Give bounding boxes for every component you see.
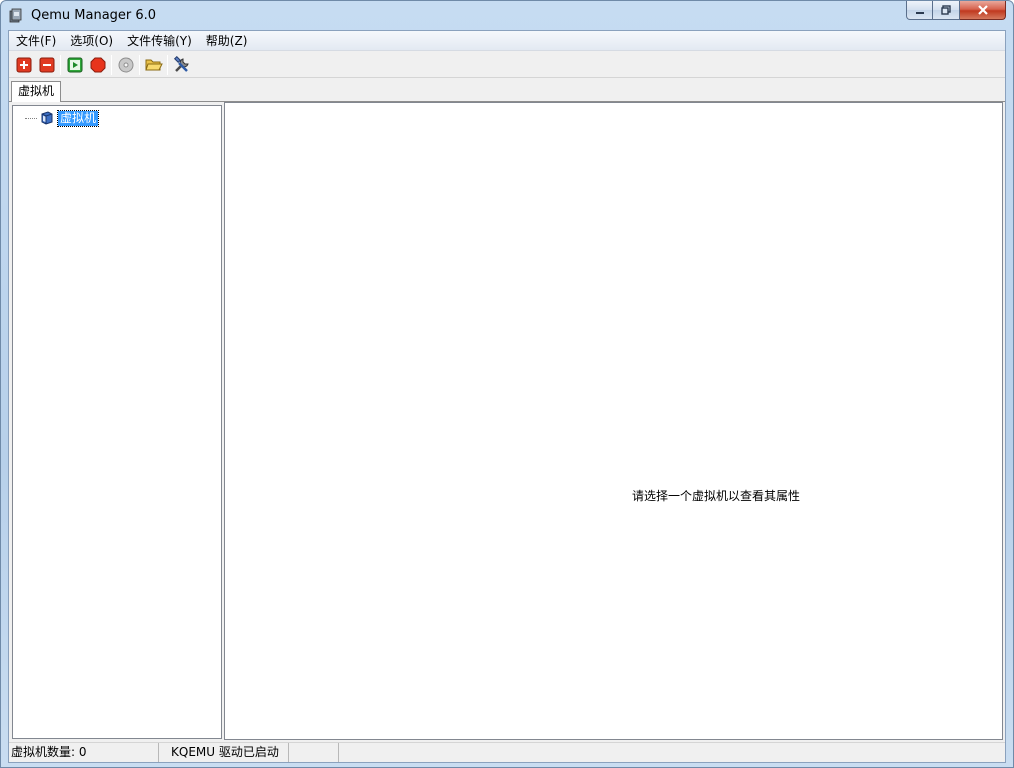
start-vm-button[interactable] [63,54,86,76]
window-title: Qemu Manager 6.0 [31,8,157,23]
title-bar[interactable]: Qemu Manager 6.0 [1,1,1013,31]
menu-help[interactable]: 帮助(Z) [199,31,255,51]
close-button[interactable] [960,1,1006,20]
menu-bar: 文件(F) 选项(O) 文件传输(Y) 帮助(Z) [9,31,1005,51]
status-bar: 虚拟机数量: 0 KQEMU 驱动已启动 [9,742,1005,762]
open-folder-icon [144,59,163,70]
toolbar-separator [167,54,168,75]
close-icon [977,5,988,15]
qemu-app-icon [9,8,22,23]
vm-tree[interactable]: 虚拟机 [12,105,222,739]
tree-connector-line [25,117,37,119]
stop-icon [90,57,105,72]
tools-button[interactable] [170,54,193,76]
menu-options[interactable]: 选项(O) [63,31,120,51]
stop-vm-button[interactable] [86,54,109,76]
vm-folder-icon [41,111,53,125]
remove-vm-button[interactable] [35,54,58,76]
minimize-button[interactable] [906,1,933,20]
tree-root-label[interactable]: 虚拟机 [56,109,100,127]
open-folder-button[interactable] [142,54,165,76]
tab-virtual-machines[interactable]: 虚拟机 [11,81,62,102]
vm-properties-panel: 请选择一个虚拟机以查看其属性 [224,102,1003,740]
app-window: Qemu Manager 6.0 文件(F) 选项(O) 文件传输(Y) 帮助(… [0,0,1014,768]
disc-button[interactable] [114,54,137,76]
tools-icon [173,55,189,72]
toolbar [9,52,1005,78]
toolbar-separator [111,54,112,75]
client-area: 文件(F) 选项(O) 文件传输(Y) 帮助(Z) 虚拟机 虚拟机 请选择一个虚… [8,30,1006,763]
menu-file-transfer[interactable]: 文件传输(Y) [120,31,199,51]
minimize-icon [915,12,924,14]
restore-button[interactable] [933,1,960,20]
toolbar-separator [139,54,140,75]
status-empty [289,743,339,762]
tree-root-node[interactable]: 虚拟机 [25,109,100,127]
add-vm-icon [16,57,31,72]
menu-file[interactable]: 文件(F) [9,31,63,51]
caption-buttons [906,1,1006,21]
select-vm-message: 请选择一个虚拟机以查看其属性 [632,489,801,503]
remove-vm-icon [39,57,54,72]
tab-panel: 虚拟机 请选择一个虚拟机以查看其属性 [9,101,1005,741]
restore-icon [941,5,951,15]
status-kqemu: KQEMU 驱动已启动 [159,743,289,762]
status-vm-count: 虚拟机数量: 0 [9,743,159,762]
start-icon [67,57,82,72]
disc-icon [118,57,133,72]
tab-strip: 虚拟机 [9,79,1005,102]
add-vm-button[interactable] [12,54,35,76]
toolbar-separator [60,54,61,75]
